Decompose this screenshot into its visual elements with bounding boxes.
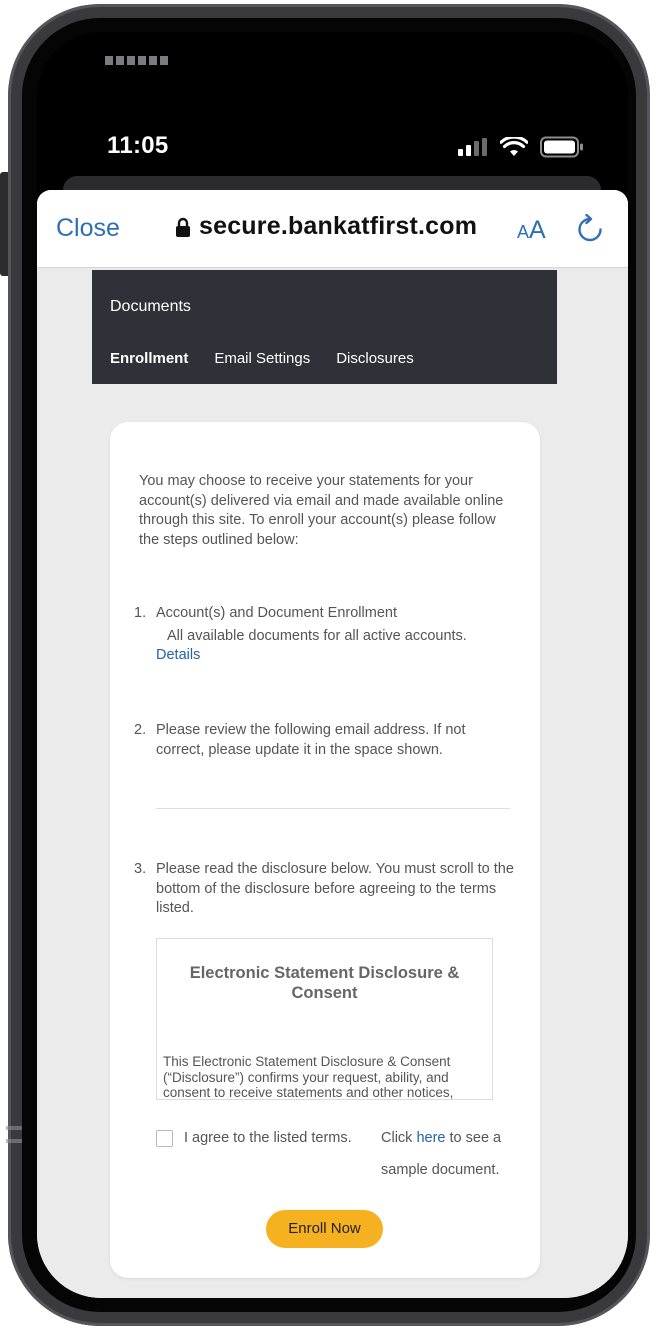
status-time: 11:05 xyxy=(107,132,169,159)
here-link[interactable]: here xyxy=(416,1130,445,1146)
step-number: 3. xyxy=(134,861,147,877)
close-button[interactable]: Close xyxy=(56,214,120,243)
web-page: Documents Enrollment Email Settings Disc… xyxy=(37,268,628,1298)
agree-checkbox[interactable] xyxy=(156,1130,173,1147)
lock-icon xyxy=(176,217,190,237)
step-number: 2. xyxy=(134,722,147,738)
cellular-signal-icon xyxy=(458,138,487,156)
url-text: secure.bankatfirst.com xyxy=(199,212,478,240)
agree-label: I agree to the listed terms. xyxy=(184,1130,352,1146)
disclosure-title: Electronic Statement Disclosure & Consen… xyxy=(189,964,460,1002)
intro-text: You may choose to receive your statement… xyxy=(139,473,504,548)
click-suffix: to see a xyxy=(449,1130,502,1146)
details-link[interactable]: Details xyxy=(156,646,516,666)
enrollment-card: You may choose to receive your statement… xyxy=(110,422,540,1278)
phone-screen: 11:05 Close secure.bankatfirst.com AA Do… xyxy=(37,32,628,1298)
tab-enrollment[interactable]: Enrollment xyxy=(110,350,188,367)
reload-button[interactable] xyxy=(577,213,603,249)
documents-header: Documents Enrollment Email Settings Disc… xyxy=(92,270,557,384)
tab-email-settings[interactable]: Email Settings xyxy=(214,350,310,367)
speaker-grille xyxy=(105,56,168,65)
step-2-text: Please review the following email addres… xyxy=(156,722,466,758)
step-number: 1. xyxy=(134,605,147,621)
click-prefix: Click xyxy=(381,1130,413,1146)
browser-toolbar: Close secure.bankatfirst.com AA xyxy=(37,190,628,268)
enroll-now-button[interactable]: Enroll Now xyxy=(266,1210,383,1248)
text-size-button[interactable]: AA xyxy=(517,216,546,245)
status-icons xyxy=(458,136,584,158)
sample-document-label: sample document. xyxy=(381,1162,500,1178)
in-app-browser: Close secure.bankatfirst.com AA Document… xyxy=(37,190,628,1298)
step-1-title: Account(s) and Document Enrollment xyxy=(156,605,397,621)
tab-disclosures[interactable]: Disclosures xyxy=(336,350,414,367)
reload-icon xyxy=(578,213,602,242)
email-field[interactable] xyxy=(156,808,510,809)
step-3-text: Please read the disclosure below. You mu… xyxy=(156,861,514,916)
disclosure-scroll-box[interactable]: Electronic Statement Disclosure & Consen… xyxy=(156,938,493,1100)
text-size-large: A xyxy=(529,216,546,244)
text-size-small: A xyxy=(517,222,530,242)
documents-tabs: Enrollment Email Settings Disclosures xyxy=(110,350,414,367)
sample-document-text: Click here to see a xyxy=(381,1130,501,1146)
battery-icon xyxy=(540,136,583,158)
address-bar[interactable]: secure.bankatfirst.com xyxy=(175,212,477,241)
page-title: Documents xyxy=(110,298,191,315)
disclosure-body: This Electronic Statement Disclosure & C… xyxy=(163,1054,454,1100)
wifi-icon xyxy=(500,137,528,156)
side-button xyxy=(0,172,8,276)
step-1-detail: All available documents for all active a… xyxy=(167,627,467,644)
